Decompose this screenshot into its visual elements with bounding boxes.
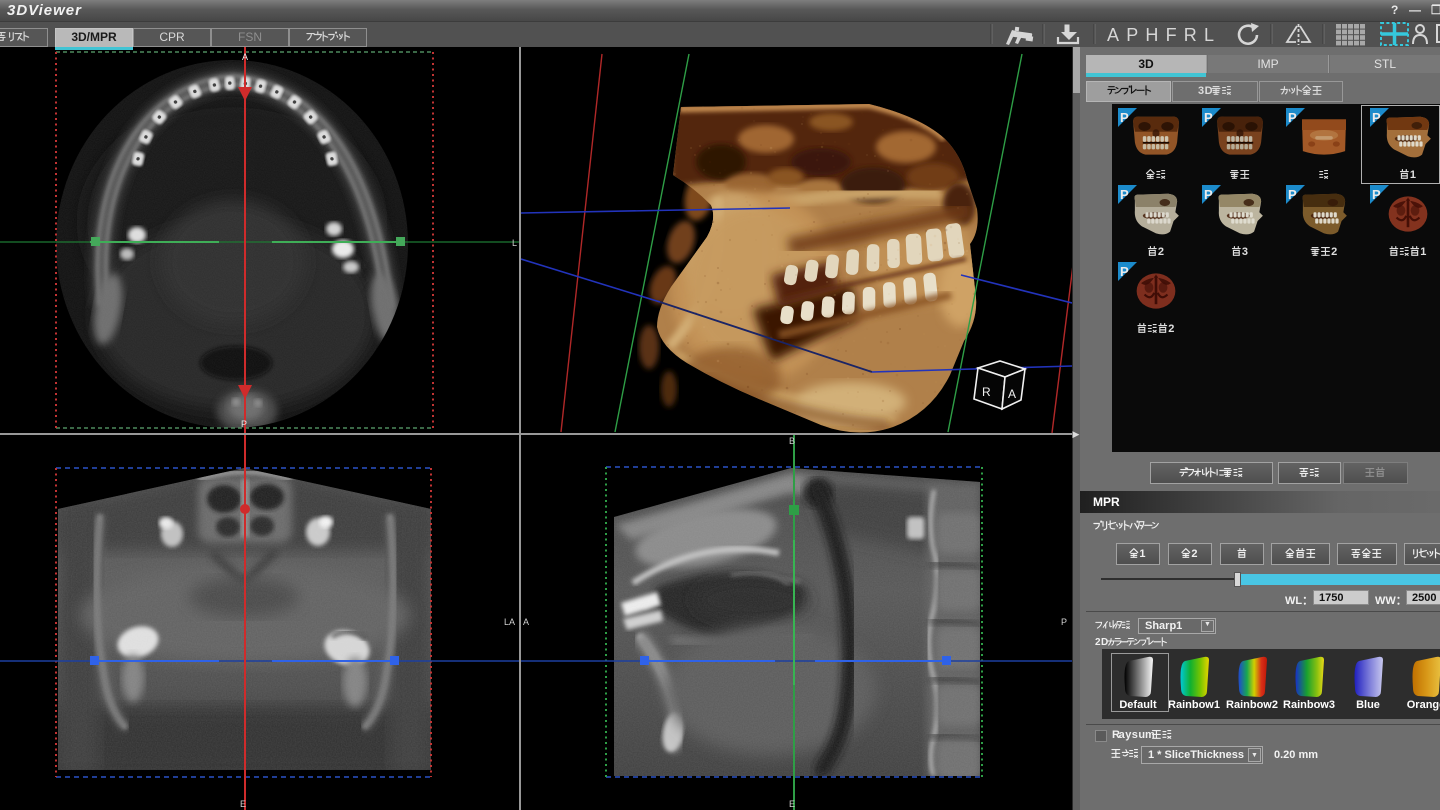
svg-text:E: E bbox=[789, 799, 795, 809]
svg-text:A: A bbox=[1008, 387, 1016, 401]
svg-text:LA: LA bbox=[504, 617, 515, 627]
svg-text:E: E bbox=[240, 799, 246, 809]
svg-text:A: A bbox=[523, 617, 529, 627]
svg-text:1: 1 bbox=[1410, 169, 1416, 181]
svg-text:s: s bbox=[1132, 729, 1138, 741]
svg-text:P: P bbox=[1204, 187, 1213, 202]
svg-text:D: D bbox=[1204, 85, 1212, 97]
svg-text:P: P bbox=[1372, 187, 1381, 202]
svg-text:2: 2 bbox=[1168, 323, 1174, 335]
svg-text:P: P bbox=[1120, 264, 1129, 279]
svg-text:2: 2 bbox=[1191, 548, 1197, 560]
svg-text:P: P bbox=[1061, 617, 1067, 627]
svg-text:P: P bbox=[1288, 110, 1297, 125]
svg-text:Rainbow3: Rainbow3 bbox=[1283, 699, 1335, 711]
svg-text:R: R bbox=[982, 385, 991, 399]
svg-text:P: P bbox=[1288, 187, 1297, 202]
svg-text:P: P bbox=[1120, 110, 1129, 125]
svg-text:Orange: Orange bbox=[1407, 699, 1440, 711]
svg-text:1: 1 bbox=[1139, 548, 1145, 560]
svg-text:3: 3 bbox=[1198, 85, 1204, 97]
svg-text:L: L bbox=[512, 238, 517, 248]
svg-text:P: P bbox=[1120, 187, 1129, 202]
svg-text:1: 1 bbox=[1420, 246, 1426, 258]
svg-text:B: B bbox=[789, 436, 795, 446]
svg-text:Blue: Blue bbox=[1356, 699, 1380, 711]
svg-text:P: P bbox=[1372, 110, 1381, 125]
svg-text:P: P bbox=[1204, 110, 1213, 125]
svg-text:2: 2 bbox=[1158, 246, 1164, 258]
svg-text:Rainbow2: Rainbow2 bbox=[1226, 699, 1278, 711]
svg-text:P: P bbox=[241, 419, 247, 429]
svg-text:APHFRL: APHFRL bbox=[1107, 25, 1221, 45]
svg-text:2: 2 bbox=[1331, 246, 1337, 258]
svg-text:Default: Default bbox=[1119, 699, 1157, 711]
svg-text:Rainbow1: Rainbow1 bbox=[1168, 699, 1220, 711]
svg-text:A: A bbox=[242, 52, 248, 62]
svg-text:3: 3 bbox=[1242, 246, 1248, 258]
svg-text:D: D bbox=[1101, 637, 1108, 648]
